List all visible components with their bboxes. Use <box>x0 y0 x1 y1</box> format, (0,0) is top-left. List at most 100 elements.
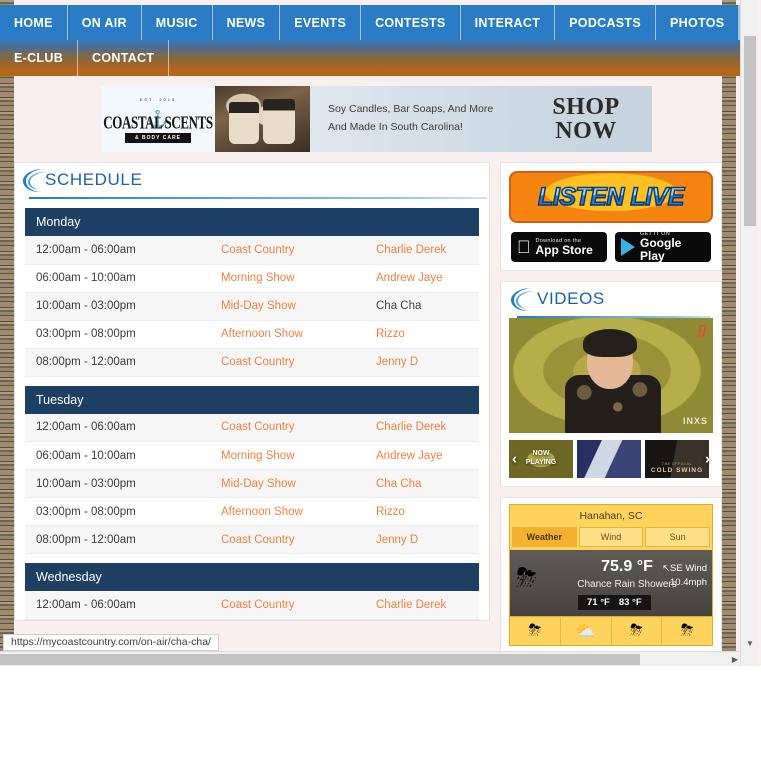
weather-tab-weather[interactable]: Weather <box>512 527 577 547</box>
schedule-show-link[interactable]: Coast Country <box>221 421 295 433</box>
video-thumb-2[interactable] <box>577 440 641 478</box>
app-store-button[interactable]:  Download on the App Store <box>511 232 607 262</box>
nav-item-interact[interactable]: INTERACT <box>460 5 556 40</box>
table-row: 10:00am - 03:00pm Mid-Day Show Cha Cha <box>25 469 479 498</box>
table-row: 03:00pm - 08:00pm Afternoon Show Rizzo <box>25 497 479 526</box>
schedule-host-cell: Andrew Jaye <box>365 264 479 293</box>
schedule-show-link[interactable]: Afternoon Show <box>221 506 303 518</box>
shop-now-button[interactable]: SHOP NOW <box>520 86 652 152</box>
schedule-show-link[interactable]: Coast Country <box>221 356 295 368</box>
video-thumb-1[interactable]: NOW PLAYING <box>509 440 573 478</box>
browser-viewport: HOME ON AIR MUSIC NEWS EVENTS CONTESTS I… <box>0 0 761 666</box>
nav-item-contests[interactable]: CONTESTS <box>361 5 461 40</box>
videos-section-header: VIDEOS <box>509 282 713 318</box>
schedule-host-link[interactable]: Charlie Derek <box>376 599 446 611</box>
horizontal-scrollbar-thumb[interactable] <box>0 654 640 665</box>
schedule-show-cell: Coast Country <box>210 413 365 442</box>
nav-item-home[interactable]: HOME <box>0 5 68 40</box>
forecast-icon-3: ⛈ <box>612 617 663 645</box>
google-play-label: Google Play <box>640 236 682 263</box>
nav-item-on-air[interactable]: ON AIR <box>67 5 142 40</box>
weather-tab-sun[interactable]: Sun <box>645 527 711 547</box>
forecast-icon-1: ⛈ <box>510 617 561 645</box>
table-row: 06:00am - 10:00am Morning Show Andrew Jaye <box>25 441 479 470</box>
carousel-next-icon[interactable]: › <box>705 451 710 468</box>
nav-item-news[interactable]: NEWS <box>212 5 281 40</box>
schedule-day-header: Tuesday <box>25 385 479 414</box>
video-watermark-bottomright: INXS <box>682 416 708 426</box>
listen-live-button[interactable]: LISTEN LIVE <box>509 171 713 223</box>
video-thumb-3[interactable]: THE OFFICIAL COLD SWING <box>645 440 709 478</box>
schedule-host-link[interactable]: Rizzo <box>376 506 405 518</box>
advertiser-tagline: & BODY CARE <box>125 133 191 143</box>
schedule-show-link[interactable]: Mid-Day Show <box>221 300 296 312</box>
schedule-time: 08:00pm - 12:00am <box>25 348 210 377</box>
schedule-day-header: Monday <box>25 208 479 236</box>
schedule-host-link[interactable]: Rizzo <box>376 328 405 340</box>
schedule-time: 10:00am - 03:00pm <box>25 292 210 321</box>
nav-row-secondary: E-CLUB CONTACT <box>0 40 744 76</box>
nav-item-contact[interactable]: CONTACT <box>78 40 170 76</box>
schedule-show-link[interactable]: Afternoon Show <box>221 328 303 340</box>
weather-widget: Hanahan, SC Weather Wind Sun ⛈ 75.9 °F C… <box>509 504 713 646</box>
schedule-day-header: Wednesday <box>25 563 479 591</box>
schedule-show-link[interactable]: Mid-Day Show <box>221 478 296 490</box>
schedule-host-cell: Rizzo <box>365 320 479 349</box>
vertical-scrollbar[interactable]: ▼ <box>740 0 758 666</box>
apple-icon:  <box>517 238 531 256</box>
ad-copy-line-2: And Made In South Carolina! <box>328 121 463 133</box>
schedule-show-cell: Afternoon Show <box>210 497 365 526</box>
vertical-scrollbar-thumb[interactable] <box>744 36 756 226</box>
schedule-show-link[interactable]: Coast Country <box>221 534 295 546</box>
schedule-host-link[interactable]: Cha Cha <box>376 478 421 490</box>
schedule-show-link[interactable]: Morning Show <box>221 450 295 462</box>
now-playing-badge: NOW PLAYING <box>525 450 557 466</box>
listen-live-label: LISTEN LIVE <box>537 182 685 212</box>
video-thumb-3-sublabel: THE OFFICIAL <box>661 462 693 466</box>
google-play-icon <box>621 238 635 256</box>
schedule-table: 12:00am - 06:00am Coast Country Charlie De… <box>25 236 479 377</box>
nav-item-podcasts[interactable]: PODCASTS <box>555 5 657 40</box>
schedule-host-link[interactable]: Andrew Jaye <box>376 450 442 462</box>
schedule-host-cell: Charlie Derek <box>365 413 479 442</box>
schedule-show-cell: Afternoon Show <box>210 320 365 349</box>
schedule-time: 10:00am - 03:00pm <box>25 469 210 498</box>
schedule-section-header: SCHEDULE <box>15 163 489 199</box>
advertiser-name: COASTAL SCENTS <box>103 112 213 133</box>
videos-widget: VIDEOS [] INXS ‹ NOW PLAYING THE OFFICIA… <box>500 281 722 487</box>
carousel-prev-icon[interactable]: ‹ <box>512 451 517 468</box>
schedule-time: 03:00pm - 08:00pm <box>25 497 210 526</box>
schedule-panel: SCHEDULE Monday 12:00am - 06:00am Coast Co… <box>14 162 490 621</box>
nav-item-e-club[interactable]: E-CLUB <box>0 40 79 76</box>
banner-ad[interactable]: EST. 2015 ⚓ COASTAL SCENTS & BODY CARE S… <box>101 86 652 152</box>
wind-direction: SE Wind <box>670 563 707 574</box>
schedule-time: 12:00am - 06:00am <box>25 413 210 442</box>
scroll-right-icon[interactable]: ▶ <box>732 652 738 666</box>
schedule-show-link[interactable]: Coast Country <box>221 244 295 256</box>
schedule-host-link[interactable]: Charlie Derek <box>376 421 446 433</box>
schedule-show-cell: Mid-Day Show <box>210 292 365 321</box>
schedule-time: 08:00pm - 12:00am <box>25 525 210 554</box>
nav-item-music[interactable]: MUSIC <box>141 5 213 40</box>
schedule-show-link[interactable]: Coast Country <box>221 599 295 611</box>
schedule-host-link[interactable]: Cha Cha <box>376 300 421 312</box>
schedule-host-link[interactable]: Andrew Jaye <box>376 272 442 284</box>
nav-item-events[interactable]: EVENTS <box>280 5 362 40</box>
scroll-down-icon[interactable]: ▼ <box>741 635 759 652</box>
video-subject-hair <box>583 329 637 357</box>
nav-item-photos[interactable]: PHOTOS <box>656 5 740 40</box>
video-player[interactable]: [] INXS <box>509 318 713 433</box>
horizontal-scrollbar[interactable]: ▶ <box>0 651 740 666</box>
schedule-show-cell: Coast Country <box>210 591 365 620</box>
background-texture-left <box>0 0 14 666</box>
wind-arrow-icon: ↖ <box>662 563 671 574</box>
schedule-host-link[interactable]: Charlie Derek <box>376 244 446 256</box>
weather-tab-wind[interactable]: Wind <box>578 527 644 547</box>
schedule-host-link[interactable]: Jenny D <box>376 356 418 368</box>
schedule-show-link[interactable]: Morning Show <box>221 272 295 284</box>
listen-live-widget: LISTEN LIVE  Download on the App Store … <box>500 162 722 271</box>
schedule-host-link[interactable]: Jenny D <box>376 534 418 546</box>
background-texture-right <box>722 0 736 666</box>
table-row: 12:00am - 06:00am Coast Country Charlie De… <box>25 413 479 442</box>
google-play-button[interactable]: GET IT ON Google Play <box>615 231 711 263</box>
